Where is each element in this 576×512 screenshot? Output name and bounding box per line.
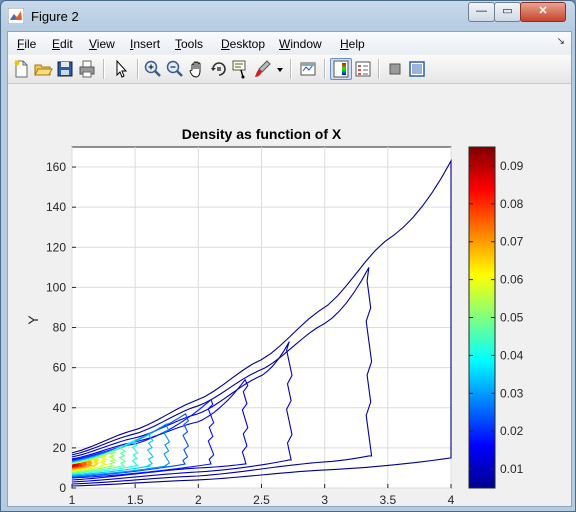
- y-tick-label: 100: [46, 280, 66, 294]
- zoom-in-icon[interactable]: [143, 59, 163, 79]
- colorbar-tick-label: 0.03: [500, 386, 524, 400]
- colorbar-tick-label: 0.05: [500, 311, 524, 325]
- y-tick-label: 160: [46, 160, 66, 174]
- contour-plot[interactable]: 1 1.5 2 2.5 3 3.5 4 0 20 40 60 80 100 120 140 160 Dens…: [8, 84, 571, 507]
- menu-view[interactable]: View: [89, 37, 115, 51]
- menu-file[interactable]: File: [17, 37, 36, 51]
- menu-bar: File Edit View Insert Tools Desktop Wind…: [8, 32, 571, 54]
- y-tick-label: 140: [46, 200, 66, 214]
- x-tick-label: 2: [195, 493, 202, 506]
- toolbar-separator: [137, 59, 139, 79]
- y-tick-label: 120: [46, 240, 66, 254]
- colorbar-tick-label: 0.01: [500, 462, 524, 476]
- edit-plot-arrow-icon[interactable]: [111, 59, 131, 79]
- window-title: Figure 2: [31, 9, 79, 24]
- colorbar-tick-label: 0.02: [500, 424, 524, 438]
- y-tick-label: 80: [53, 321, 67, 335]
- brush-icon[interactable]: [253, 59, 273, 79]
- minimize-button[interactable]: —: [468, 2, 495, 22]
- menu-window[interactable]: Window: [279, 37, 322, 51]
- x-tick-label: 1.5: [127, 493, 144, 506]
- y-axis-ticks: 0 20 40 60 80 100 120 140 160: [46, 160, 76, 495]
- print-icon[interactable]: [77, 59, 97, 79]
- brush-dropdown-icon[interactable]: [275, 59, 285, 79]
- chart-title: Density as function of X: [182, 126, 342, 142]
- menu-desktop[interactable]: Desktop: [221, 37, 265, 51]
- menu-tools[interactable]: Tools: [175, 37, 203, 51]
- y-tick-label: 20: [53, 441, 67, 455]
- toolbar-separator: [324, 59, 326, 79]
- link-plot-icon[interactable]: [298, 59, 318, 79]
- y-axis-label: Y: [25, 315, 41, 325]
- menu-insert[interactable]: Insert: [130, 37, 160, 51]
- matlab-logo-icon: [8, 8, 24, 24]
- x-tick-label: 4: [448, 493, 455, 506]
- insert-colorbar-icon[interactable]: [330, 58, 352, 80]
- colorbar-tick-label: 0.07: [500, 235, 524, 249]
- x-tick-label: 3.5: [379, 493, 396, 506]
- y-tick-label: 60: [53, 361, 67, 375]
- toolbar-separator: [290, 59, 292, 79]
- colorbar-tick-label: 0.09: [500, 159, 524, 173]
- zoom-out-icon[interactable]: [165, 59, 185, 79]
- figure-toolbar: [8, 55, 571, 84]
- menu-edit[interactable]: Edit: [52, 37, 73, 51]
- save-icon[interactable]: [55, 59, 75, 79]
- close-button[interactable]: ✕: [520, 2, 566, 22]
- window-client-area: File Edit View Insert Tools Desktop Wind…: [7, 31, 572, 507]
- colorbar-tick-label: 0.08: [500, 197, 524, 211]
- insert-legend-icon[interactable]: [353, 59, 373, 79]
- open-file-icon[interactable]: [33, 59, 53, 79]
- maximize-button[interactable]: ▭: [494, 2, 521, 22]
- title-bar[interactable]: Figure 2 — ▭ ✕: [1, 1, 575, 31]
- dock-arrow-icon[interactable]: ↘: [557, 36, 565, 47]
- colorbar-tick-label: 0.04: [500, 348, 524, 362]
- show-plot-tools-icon[interactable]: [407, 59, 427, 79]
- menu-help[interactable]: Help: [340, 37, 365, 51]
- figure-canvas[interactable]: 1 1.5 2 2.5 3 3.5 4 0 20 40 60 80 100 120 140 160 Dens…: [8, 84, 571, 507]
- toolbar-separator: [103, 59, 105, 79]
- rotate-3d-icon[interactable]: [209, 59, 229, 79]
- y-tick-label: 0: [59, 481, 66, 495]
- x-tick-label: 3: [321, 493, 328, 506]
- figure-window: Figure 2 — ▭ ✕ File Edit View Insert Too…: [0, 0, 576, 512]
- x-tick-label: 1: [69, 493, 76, 506]
- hide-plot-tools-icon[interactable]: [385, 59, 405, 79]
- colorbar-tick-label: 0.06: [500, 273, 524, 287]
- pan-hand-icon[interactable]: [187, 59, 207, 79]
- new-figure-icon[interactable]: [11, 59, 31, 79]
- y-tick-label: 40: [53, 401, 67, 415]
- toolbar-separator: [378, 59, 380, 79]
- x-tick-label: 2.5: [253, 493, 270, 506]
- data-cursor-icon[interactable]: [231, 59, 251, 79]
